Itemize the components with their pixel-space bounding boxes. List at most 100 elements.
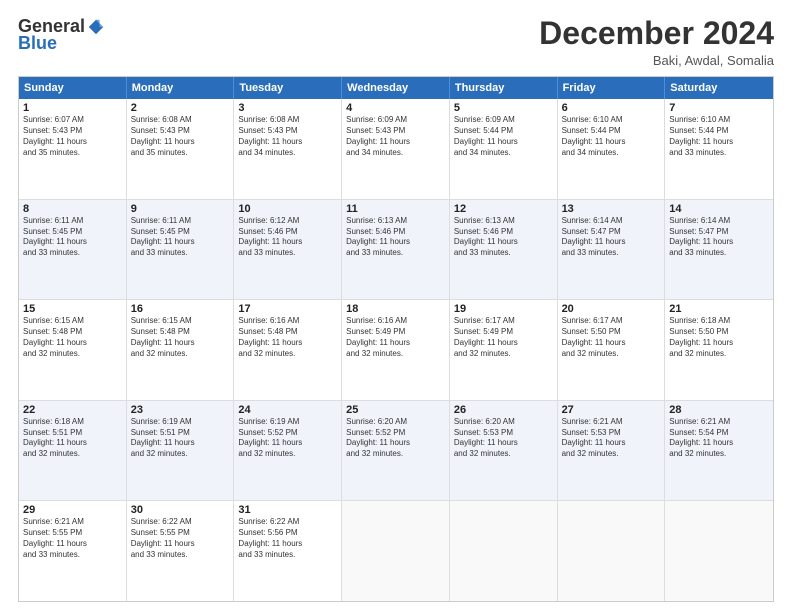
day-number: 12 (454, 203, 553, 215)
day-info: Sunrise: 6:21 AM Sunset: 5:53 PM Dayligh… (562, 417, 661, 460)
calendar-header-cell: Tuesday (234, 77, 342, 99)
calendar-cell: 29Sunrise: 6:21 AM Sunset: 5:55 PM Dayli… (19, 501, 127, 601)
calendar-cell: 23Sunrise: 6:19 AM Sunset: 5:51 PM Dayli… (127, 401, 235, 501)
title-area: December 2024 Baki, Awdal, Somalia (539, 16, 774, 68)
day-info: Sunrise: 6:11 AM Sunset: 5:45 PM Dayligh… (131, 216, 230, 259)
day-number: 2 (131, 102, 230, 114)
day-info: Sunrise: 6:22 AM Sunset: 5:55 PM Dayligh… (131, 517, 230, 560)
calendar-cell: 9Sunrise: 6:11 AM Sunset: 5:45 PM Daylig… (127, 200, 235, 300)
day-number: 13 (562, 203, 661, 215)
day-info: Sunrise: 6:17 AM Sunset: 5:50 PM Dayligh… (562, 316, 661, 359)
day-info: Sunrise: 6:22 AM Sunset: 5:56 PM Dayligh… (238, 517, 337, 560)
calendar-cell: 7Sunrise: 6:10 AM Sunset: 5:44 PM Daylig… (665, 99, 773, 199)
day-number: 31 (238, 504, 337, 516)
day-number: 6 (562, 102, 661, 114)
day-number: 4 (346, 102, 445, 114)
calendar: SundayMondayTuesdayWednesdayThursdayFrid… (18, 76, 774, 602)
calendar-cell (665, 501, 773, 601)
calendar-cell (342, 501, 450, 601)
day-number: 18 (346, 303, 445, 315)
logo: General Blue (18, 16, 105, 54)
calendar-cell: 21Sunrise: 6:18 AM Sunset: 5:50 PM Dayli… (665, 300, 773, 400)
day-number: 30 (131, 504, 230, 516)
calendar-header-cell: Wednesday (342, 77, 450, 99)
day-number: 22 (23, 404, 122, 416)
calendar-cell: 31Sunrise: 6:22 AM Sunset: 5:56 PM Dayli… (234, 501, 342, 601)
calendar-header: SundayMondayTuesdayWednesdayThursdayFrid… (19, 77, 773, 99)
day-number: 20 (562, 303, 661, 315)
day-number: 27 (562, 404, 661, 416)
logo-icon (87, 18, 105, 36)
calendar-cell: 6Sunrise: 6:10 AM Sunset: 5:44 PM Daylig… (558, 99, 666, 199)
day-info: Sunrise: 6:15 AM Sunset: 5:48 PM Dayligh… (131, 316, 230, 359)
day-number: 5 (454, 102, 553, 114)
calendar-row: 15Sunrise: 6:15 AM Sunset: 5:48 PM Dayli… (19, 299, 773, 400)
calendar-cell: 24Sunrise: 6:19 AM Sunset: 5:52 PM Dayli… (234, 401, 342, 501)
day-number: 11 (346, 203, 445, 215)
month-title: December 2024 (539, 16, 774, 51)
calendar-cell: 1Sunrise: 6:07 AM Sunset: 5:43 PM Daylig… (19, 99, 127, 199)
calendar-cell: 12Sunrise: 6:13 AM Sunset: 5:46 PM Dayli… (450, 200, 558, 300)
day-number: 25 (346, 404, 445, 416)
day-number: 16 (131, 303, 230, 315)
day-info: Sunrise: 6:08 AM Sunset: 5:43 PM Dayligh… (238, 115, 337, 158)
day-info: Sunrise: 6:19 AM Sunset: 5:52 PM Dayligh… (238, 417, 337, 460)
calendar-cell: 25Sunrise: 6:20 AM Sunset: 5:52 PM Dayli… (342, 401, 450, 501)
day-number: 29 (23, 504, 122, 516)
day-info: Sunrise: 6:10 AM Sunset: 5:44 PM Dayligh… (562, 115, 661, 158)
day-info: Sunrise: 6:20 AM Sunset: 5:53 PM Dayligh… (454, 417, 553, 460)
day-info: Sunrise: 6:19 AM Sunset: 5:51 PM Dayligh… (131, 417, 230, 460)
calendar-cell: 28Sunrise: 6:21 AM Sunset: 5:54 PM Dayli… (665, 401, 773, 501)
calendar-cell: 11Sunrise: 6:13 AM Sunset: 5:46 PM Dayli… (342, 200, 450, 300)
calendar-cell: 19Sunrise: 6:17 AM Sunset: 5:49 PM Dayli… (450, 300, 558, 400)
calendar-cell: 30Sunrise: 6:22 AM Sunset: 5:55 PM Dayli… (127, 501, 235, 601)
day-number: 17 (238, 303, 337, 315)
calendar-cell: 27Sunrise: 6:21 AM Sunset: 5:53 PM Dayli… (558, 401, 666, 501)
calendar-cell: 26Sunrise: 6:20 AM Sunset: 5:53 PM Dayli… (450, 401, 558, 501)
day-info: Sunrise: 6:16 AM Sunset: 5:48 PM Dayligh… (238, 316, 337, 359)
day-info: Sunrise: 6:15 AM Sunset: 5:48 PM Dayligh… (23, 316, 122, 359)
day-info: Sunrise: 6:14 AM Sunset: 5:47 PM Dayligh… (562, 216, 661, 259)
calendar-header-cell: Sunday (19, 77, 127, 99)
calendar-cell: 17Sunrise: 6:16 AM Sunset: 5:48 PM Dayli… (234, 300, 342, 400)
day-info: Sunrise: 6:08 AM Sunset: 5:43 PM Dayligh… (131, 115, 230, 158)
calendar-header-cell: Friday (558, 77, 666, 99)
calendar-cell: 13Sunrise: 6:14 AM Sunset: 5:47 PM Dayli… (558, 200, 666, 300)
day-info: Sunrise: 6:14 AM Sunset: 5:47 PM Dayligh… (669, 216, 769, 259)
calendar-cell: 5Sunrise: 6:09 AM Sunset: 5:44 PM Daylig… (450, 99, 558, 199)
calendar-header-cell: Monday (127, 77, 235, 99)
day-info: Sunrise: 6:12 AM Sunset: 5:46 PM Dayligh… (238, 216, 337, 259)
day-info: Sunrise: 6:13 AM Sunset: 5:46 PM Dayligh… (454, 216, 553, 259)
calendar-cell: 10Sunrise: 6:12 AM Sunset: 5:46 PM Dayli… (234, 200, 342, 300)
calendar-cell: 16Sunrise: 6:15 AM Sunset: 5:48 PM Dayli… (127, 300, 235, 400)
day-info: Sunrise: 6:13 AM Sunset: 5:46 PM Dayligh… (346, 216, 445, 259)
day-info: Sunrise: 6:21 AM Sunset: 5:54 PM Dayligh… (669, 417, 769, 460)
day-info: Sunrise: 6:21 AM Sunset: 5:55 PM Dayligh… (23, 517, 122, 560)
day-number: 28 (669, 404, 769, 416)
calendar-cell: 20Sunrise: 6:17 AM Sunset: 5:50 PM Dayli… (558, 300, 666, 400)
day-info: Sunrise: 6:11 AM Sunset: 5:45 PM Dayligh… (23, 216, 122, 259)
calendar-cell: 22Sunrise: 6:18 AM Sunset: 5:51 PM Dayli… (19, 401, 127, 501)
day-number: 8 (23, 203, 122, 215)
day-number: 26 (454, 404, 553, 416)
calendar-cell: 15Sunrise: 6:15 AM Sunset: 5:48 PM Dayli… (19, 300, 127, 400)
location: Baki, Awdal, Somalia (539, 53, 774, 68)
day-number: 19 (454, 303, 553, 315)
day-info: Sunrise: 6:16 AM Sunset: 5:49 PM Dayligh… (346, 316, 445, 359)
calendar-header-cell: Saturday (665, 77, 773, 99)
day-info: Sunrise: 6:18 AM Sunset: 5:50 PM Dayligh… (669, 316, 769, 359)
page: General Blue December 2024 Baki, Awdal, … (0, 0, 792, 612)
day-number: 23 (131, 404, 230, 416)
day-number: 1 (23, 102, 122, 114)
day-number: 21 (669, 303, 769, 315)
day-info: Sunrise: 6:07 AM Sunset: 5:43 PM Dayligh… (23, 115, 122, 158)
calendar-header-cell: Thursday (450, 77, 558, 99)
calendar-cell: 14Sunrise: 6:14 AM Sunset: 5:47 PM Dayli… (665, 200, 773, 300)
day-info: Sunrise: 6:09 AM Sunset: 5:44 PM Dayligh… (454, 115, 553, 158)
day-info: Sunrise: 6:17 AM Sunset: 5:49 PM Dayligh… (454, 316, 553, 359)
day-info: Sunrise: 6:10 AM Sunset: 5:44 PM Dayligh… (669, 115, 769, 158)
day-number: 24 (238, 404, 337, 416)
calendar-cell: 4Sunrise: 6:09 AM Sunset: 5:43 PM Daylig… (342, 99, 450, 199)
day-info: Sunrise: 6:09 AM Sunset: 5:43 PM Dayligh… (346, 115, 445, 158)
calendar-body: 1Sunrise: 6:07 AM Sunset: 5:43 PM Daylig… (19, 99, 773, 601)
